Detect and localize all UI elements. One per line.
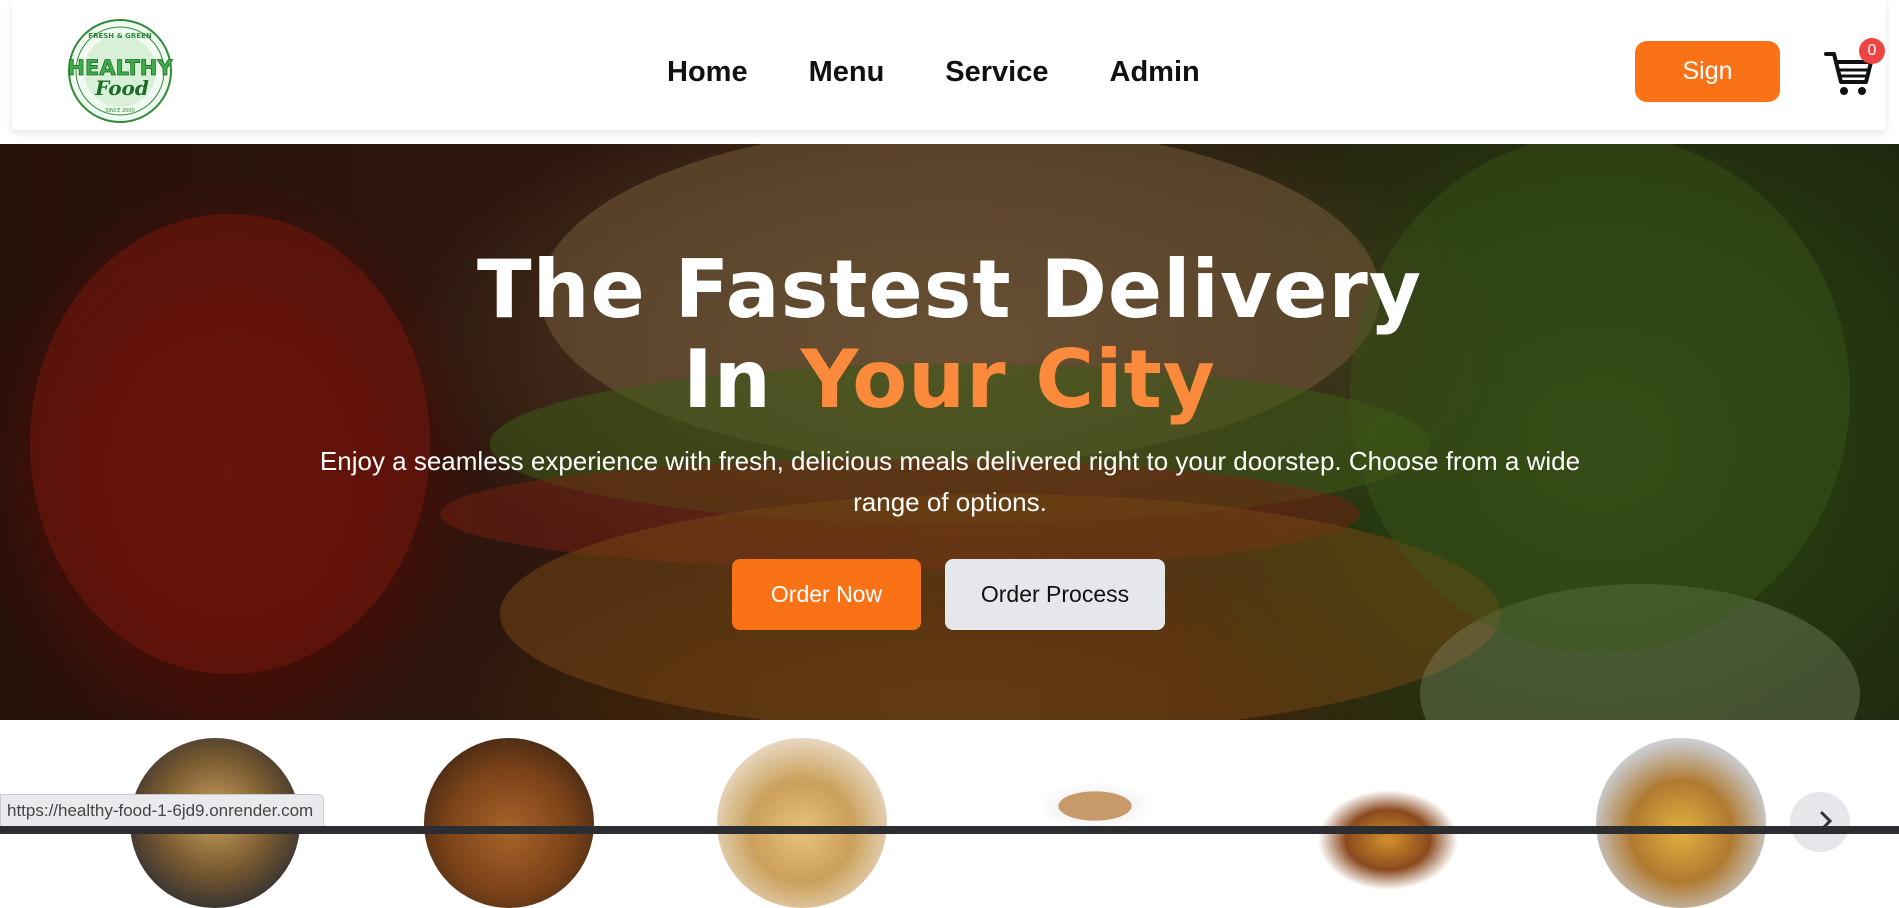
thali-image[interactable] (1596, 738, 1766, 908)
chevron-right-icon (1820, 811, 1833, 831)
svg-text:FRESH & GREEN: FRESH & GREEN (88, 32, 152, 40)
main-nav: Home Menu Service Admin (667, 52, 1261, 92)
order-process-button[interactable]: Order Process (945, 559, 1165, 630)
navbar: FRESH & GREEN HEALTHY Food SINCE 2000 Ho… (12, 0, 1886, 130)
svg-text:SINCE 2000: SINCE 2000 (105, 108, 134, 114)
hero-title-prefix: In (683, 333, 801, 426)
carousel-next-button[interactable] (1790, 792, 1850, 852)
burger-image[interactable] (1303, 738, 1473, 908)
healthy-food-logo[interactable]: FRESH & GREEN HEALTHY Food SINCE 2000 (64, 18, 176, 124)
hero-title-accent: Your City (800, 333, 1216, 426)
hero-subtitle: Enjoy a seamless experience with fresh, … (319, 446, 1581, 517)
nav-menu[interactable]: Menu (809, 52, 885, 92)
nav-service[interactable]: Service (945, 52, 1048, 92)
hero-overlay (0, 144, 1899, 720)
sign-button[interactable]: Sign (1635, 41, 1780, 102)
hero-title-line1: The Fastest Delivery (477, 243, 1422, 336)
hero-section: The Fastest Delivery In Your City Enjoy … (0, 144, 1899, 720)
svg-text:Food: Food (94, 76, 149, 100)
cart-count-badge: 0 (1859, 38, 1885, 64)
order-now-button[interactable]: Order Now (732, 559, 921, 630)
hero-title-line2: In Your City (0, 334, 1899, 426)
tea-cup-image[interactable] (1010, 738, 1180, 908)
dosa-plate-image[interactable] (717, 738, 887, 908)
grilled-chicken-image[interactable] (424, 738, 594, 908)
status-bar-url: https://healthy-food-1-6jd9.onrender.com (0, 794, 325, 828)
bottom-edge-bar (0, 826, 1899, 834)
nav-home[interactable]: Home (667, 52, 748, 92)
nav-admin[interactable]: Admin (1110, 52, 1200, 92)
